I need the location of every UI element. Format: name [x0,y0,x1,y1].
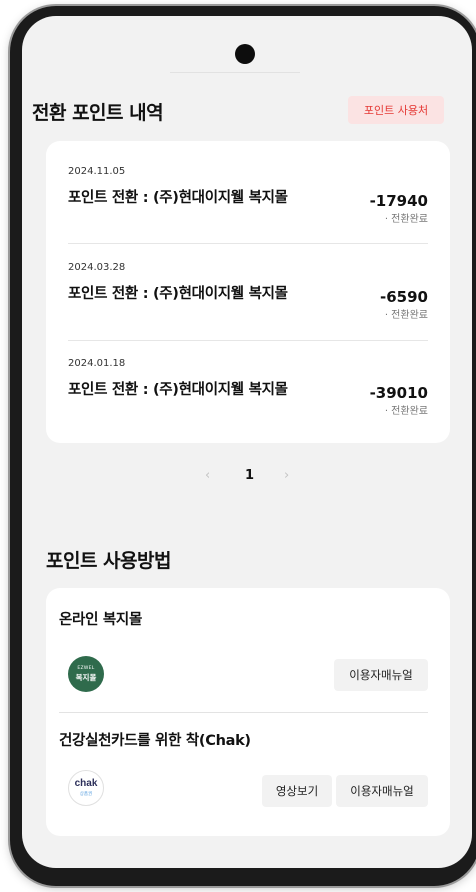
front-camera [235,44,255,64]
history-description: 포인트 전환 : (주)현대이지웰 복지몰 [68,190,288,206]
history-date: 2024.01.18 [68,358,126,369]
ezwel-logo-text: 복지몰 [75,672,97,682]
history-description: 포인트 전환 : (주)현대이지웰 복지몰 [68,382,288,398]
chak-logo: chak 상품권 [68,770,104,806]
history-amount: -6590 [380,288,428,306]
history-amount: -17940 [369,192,428,210]
online-mall-manual-button[interactable]: 이용자매뉴얼 [334,659,428,691]
point-shop-button[interactable]: 포인트 사용처 [348,96,444,124]
method-divider [59,712,428,713]
chak-manual-button[interactable]: 이용자매뉴얼 [336,775,428,807]
history-date: 2024.11.05 [68,166,126,177]
pagination-next-icon[interactable]: › [284,468,289,483]
top-divider [170,72,300,73]
usage-title: 포인트 사용방법 [46,550,171,572]
history-description: 포인트 전환 : (주)현대이지웰 복지몰 [68,286,288,302]
ezwel-logo-small-text: EZWEL [77,665,95,671]
history-status: · 전환완료 [384,406,428,417]
history-amount: -39010 [369,384,428,402]
method-title-online-mall: 온라인 복지몰 [59,612,142,628]
chak-video-button[interactable]: 영상보기 [262,775,332,807]
history-title: 전환 포인트 내역 [32,102,164,124]
history-status: · 전환완료 [384,310,428,321]
pagination-prev-icon[interactable]: ‹ [205,468,210,483]
pagination-page[interactable]: 1 [245,468,254,483]
history-date: 2024.03.28 [68,262,126,273]
history-status: · 전환완료 [384,214,428,225]
chak-logo-text: chak [74,778,98,789]
history-divider [68,243,428,244]
history-divider [68,340,428,341]
method-title-chak: 건강실천카드를 위한 착(Chak) [59,733,251,749]
chak-logo-subtext: 상품권 [79,792,93,797]
ezwel-logo: EZWEL 복지몰 [68,656,104,692]
